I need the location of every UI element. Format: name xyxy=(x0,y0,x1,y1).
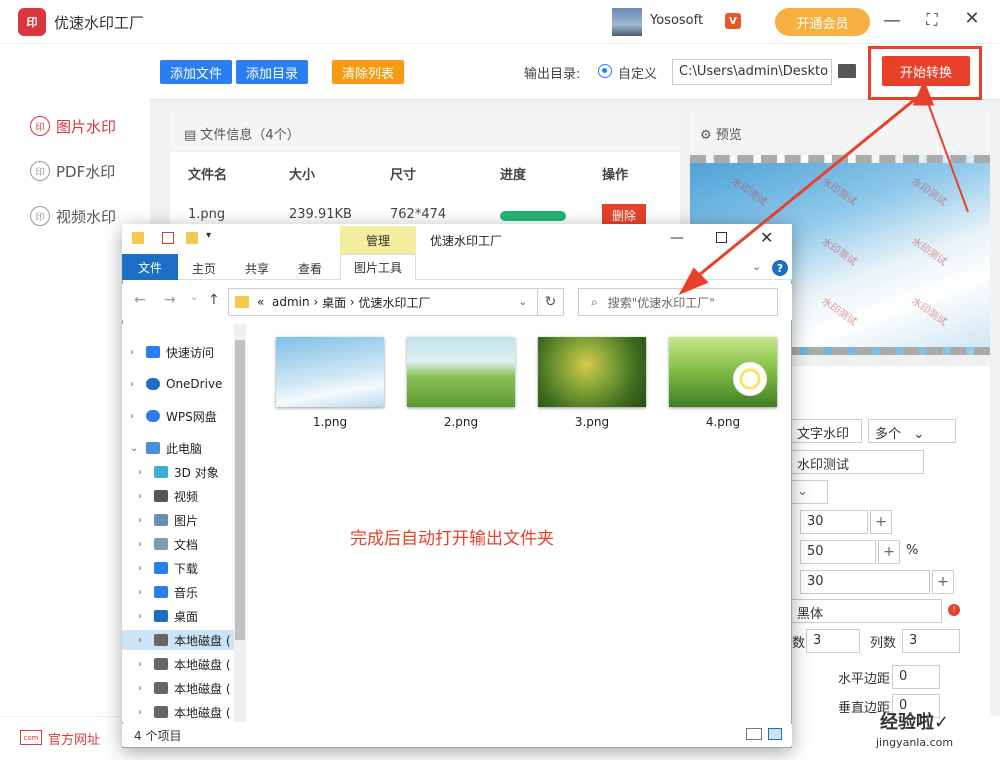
site-watermark-logo: 经验啦✓ xyxy=(880,712,950,733)
arrow-line xyxy=(923,91,969,213)
arrow-line xyxy=(687,90,925,286)
annotation-arrows xyxy=(678,80,969,296)
site-watermark-url: jingyanla.com xyxy=(876,736,954,749)
arrowhead xyxy=(912,80,935,106)
